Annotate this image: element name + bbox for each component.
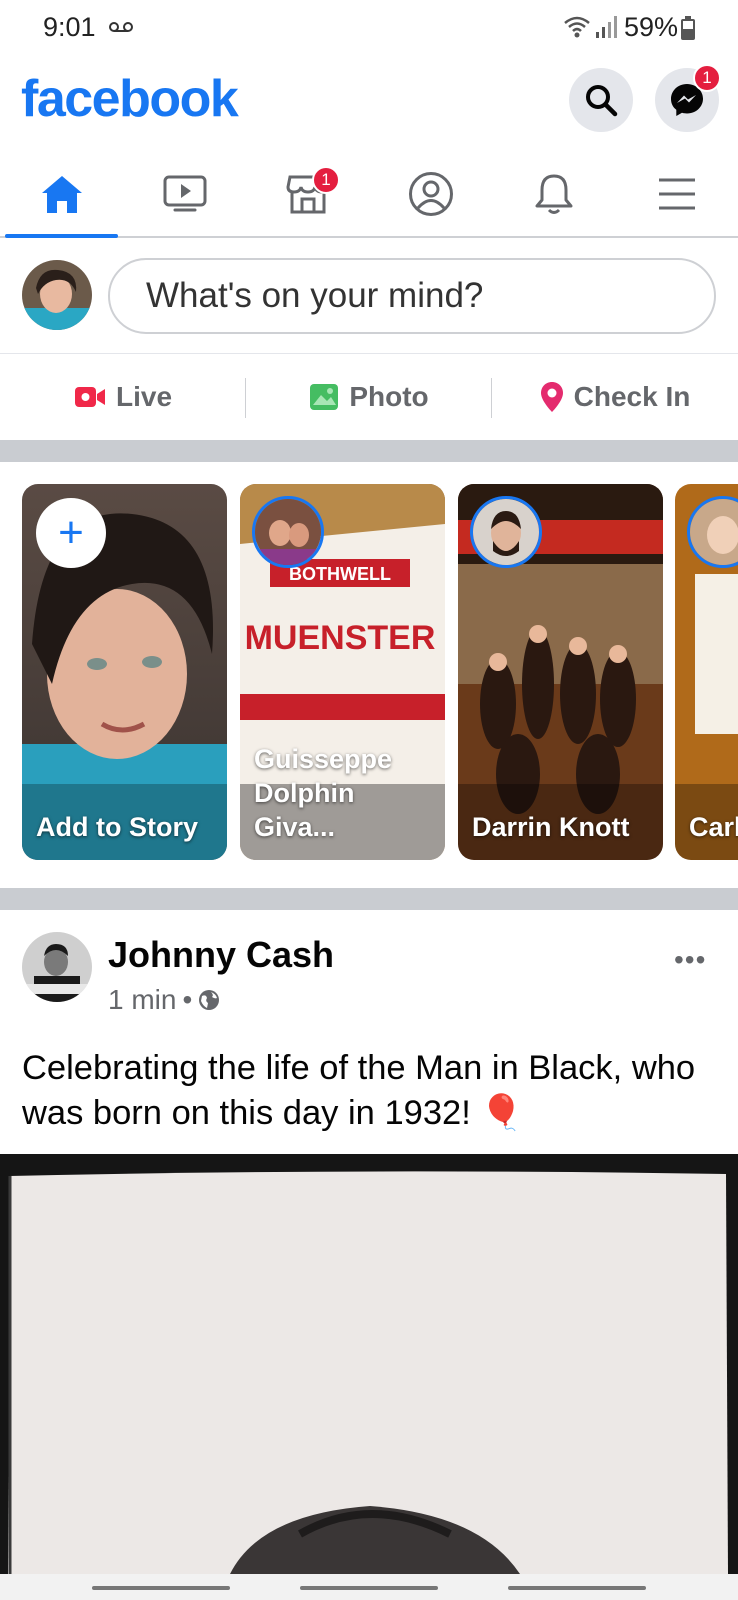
globe-public-icon <box>199 990 220 1010</box>
nav-back[interactable] <box>508 1586 646 1590</box>
tab-home[interactable] <box>0 152 123 238</box>
section-separator <box>0 888 738 910</box>
story-avatar <box>252 496 324 568</box>
nav-recents[interactable] <box>92 1586 230 1590</box>
messenger-button[interactable]: 1 <box>655 64 721 132</box>
watch-video-icon <box>163 175 206 212</box>
meta-separator: • <box>182 984 193 1015</box>
post-header: Johnny Cash 1 min • ••• <box>0 910 738 1030</box>
story-name: Darrin Knott <box>472 812 630 842</box>
whats-on-your-mind-input[interactable]: What's on your mind? <box>108 258 716 334</box>
story-guisseppe[interactable]: BOTHWELL MUENSTER Guisseppe Dolphin Giva… <box>240 484 445 860</box>
battery-percent: 59% <box>624 12 679 42</box>
post-image[interactable] <box>0 1154 738 1574</box>
check-in-button[interactable]: Check In <box>492 354 738 440</box>
story-add-to-story[interactable]: + Add to Story <box>22 484 227 860</box>
avatar-photo <box>22 932 92 1002</box>
tab-watch[interactable] <box>123 152 246 236</box>
composer-actions: Live Photo Check In <box>0 354 738 440</box>
tab-marketplace[interactable]: 1 <box>246 152 369 236</box>
check-in-label: Check In <box>573 381 691 412</box>
tab-notifications[interactable] <box>492 152 615 236</box>
live-video-icon <box>74 387 105 407</box>
status-time: 9:01 <box>43 12 96 42</box>
story-carl[interactable]: Carl <box>675 484 738 860</box>
live-label: Live <box>115 381 173 412</box>
story-name: Carl <box>689 812 738 842</box>
profile-icon <box>408 172 453 216</box>
voicemail-icon <box>109 22 133 32</box>
messenger-badge: 1 <box>693 64 721 92</box>
story-darrin-knott[interactable]: Darrin Knott <box>458 484 663 860</box>
add-story-plus-icon[interactable]: + <box>36 498 106 568</box>
post-author-avatar[interactable] <box>22 932 92 1002</box>
facebook-logo[interactable]: facebook <box>21 69 239 129</box>
post-photo <box>0 1154 738 1574</box>
section-separator <box>0 440 738 462</box>
signal-icon <box>596 16 617 38</box>
post-composer: What's on your mind? <box>0 240 738 354</box>
app-header: facebook 1 <box>0 56 738 152</box>
bell-icon <box>535 174 572 214</box>
my-avatar[interactable] <box>22 260 92 330</box>
hamburger-menu-icon <box>658 178 695 210</box>
wifi-icon <box>564 16 590 38</box>
tab-menu[interactable] <box>615 152 738 236</box>
photo-button[interactable]: Photo <box>246 354 492 440</box>
post-meta: 1 min • <box>108 984 220 1016</box>
search-icon <box>586 85 618 117</box>
photo-label: Photo <box>349 381 429 412</box>
post-time[interactable]: 1 min <box>108 984 176 1016</box>
battery-icon <box>681 16 695 40</box>
stories-carousel: + Add to Story BOTHWELL MUENSTER Guissep… <box>0 462 738 888</box>
tab-bar: 1 <box>0 152 738 238</box>
post-more-options-icon[interactable]: ••• <box>674 944 706 976</box>
marketplace-badge: 1 <box>312 166 340 194</box>
search-button[interactable] <box>569 68 633 132</box>
location-pin-icon <box>540 382 563 412</box>
photo-icon <box>310 384 339 410</box>
avatar-photo <box>22 260 92 330</box>
home-icon <box>41 176 82 213</box>
live-button[interactable]: Live <box>0 354 246 440</box>
story-name: Add to Story <box>36 812 198 842</box>
svg-text:MUENSTER: MUENSTER <box>245 619 436 657</box>
status-bar: 9:01 59% <box>0 0 738 56</box>
post-author-name[interactable]: Johnny Cash <box>108 934 334 976</box>
nav-home[interactable] <box>300 1586 438 1590</box>
post-text: Celebrating the life of the Man in Black… <box>22 1049 696 1132</box>
story-name: Guisseppe Dolphin Giva... <box>254 744 393 842</box>
story-avatar <box>470 496 542 568</box>
tab-profile[interactable] <box>369 152 492 236</box>
system-nav-bar <box>0 1574 738 1600</box>
svg-text:BOTHWELL: BOTHWELL <box>289 564 391 584</box>
